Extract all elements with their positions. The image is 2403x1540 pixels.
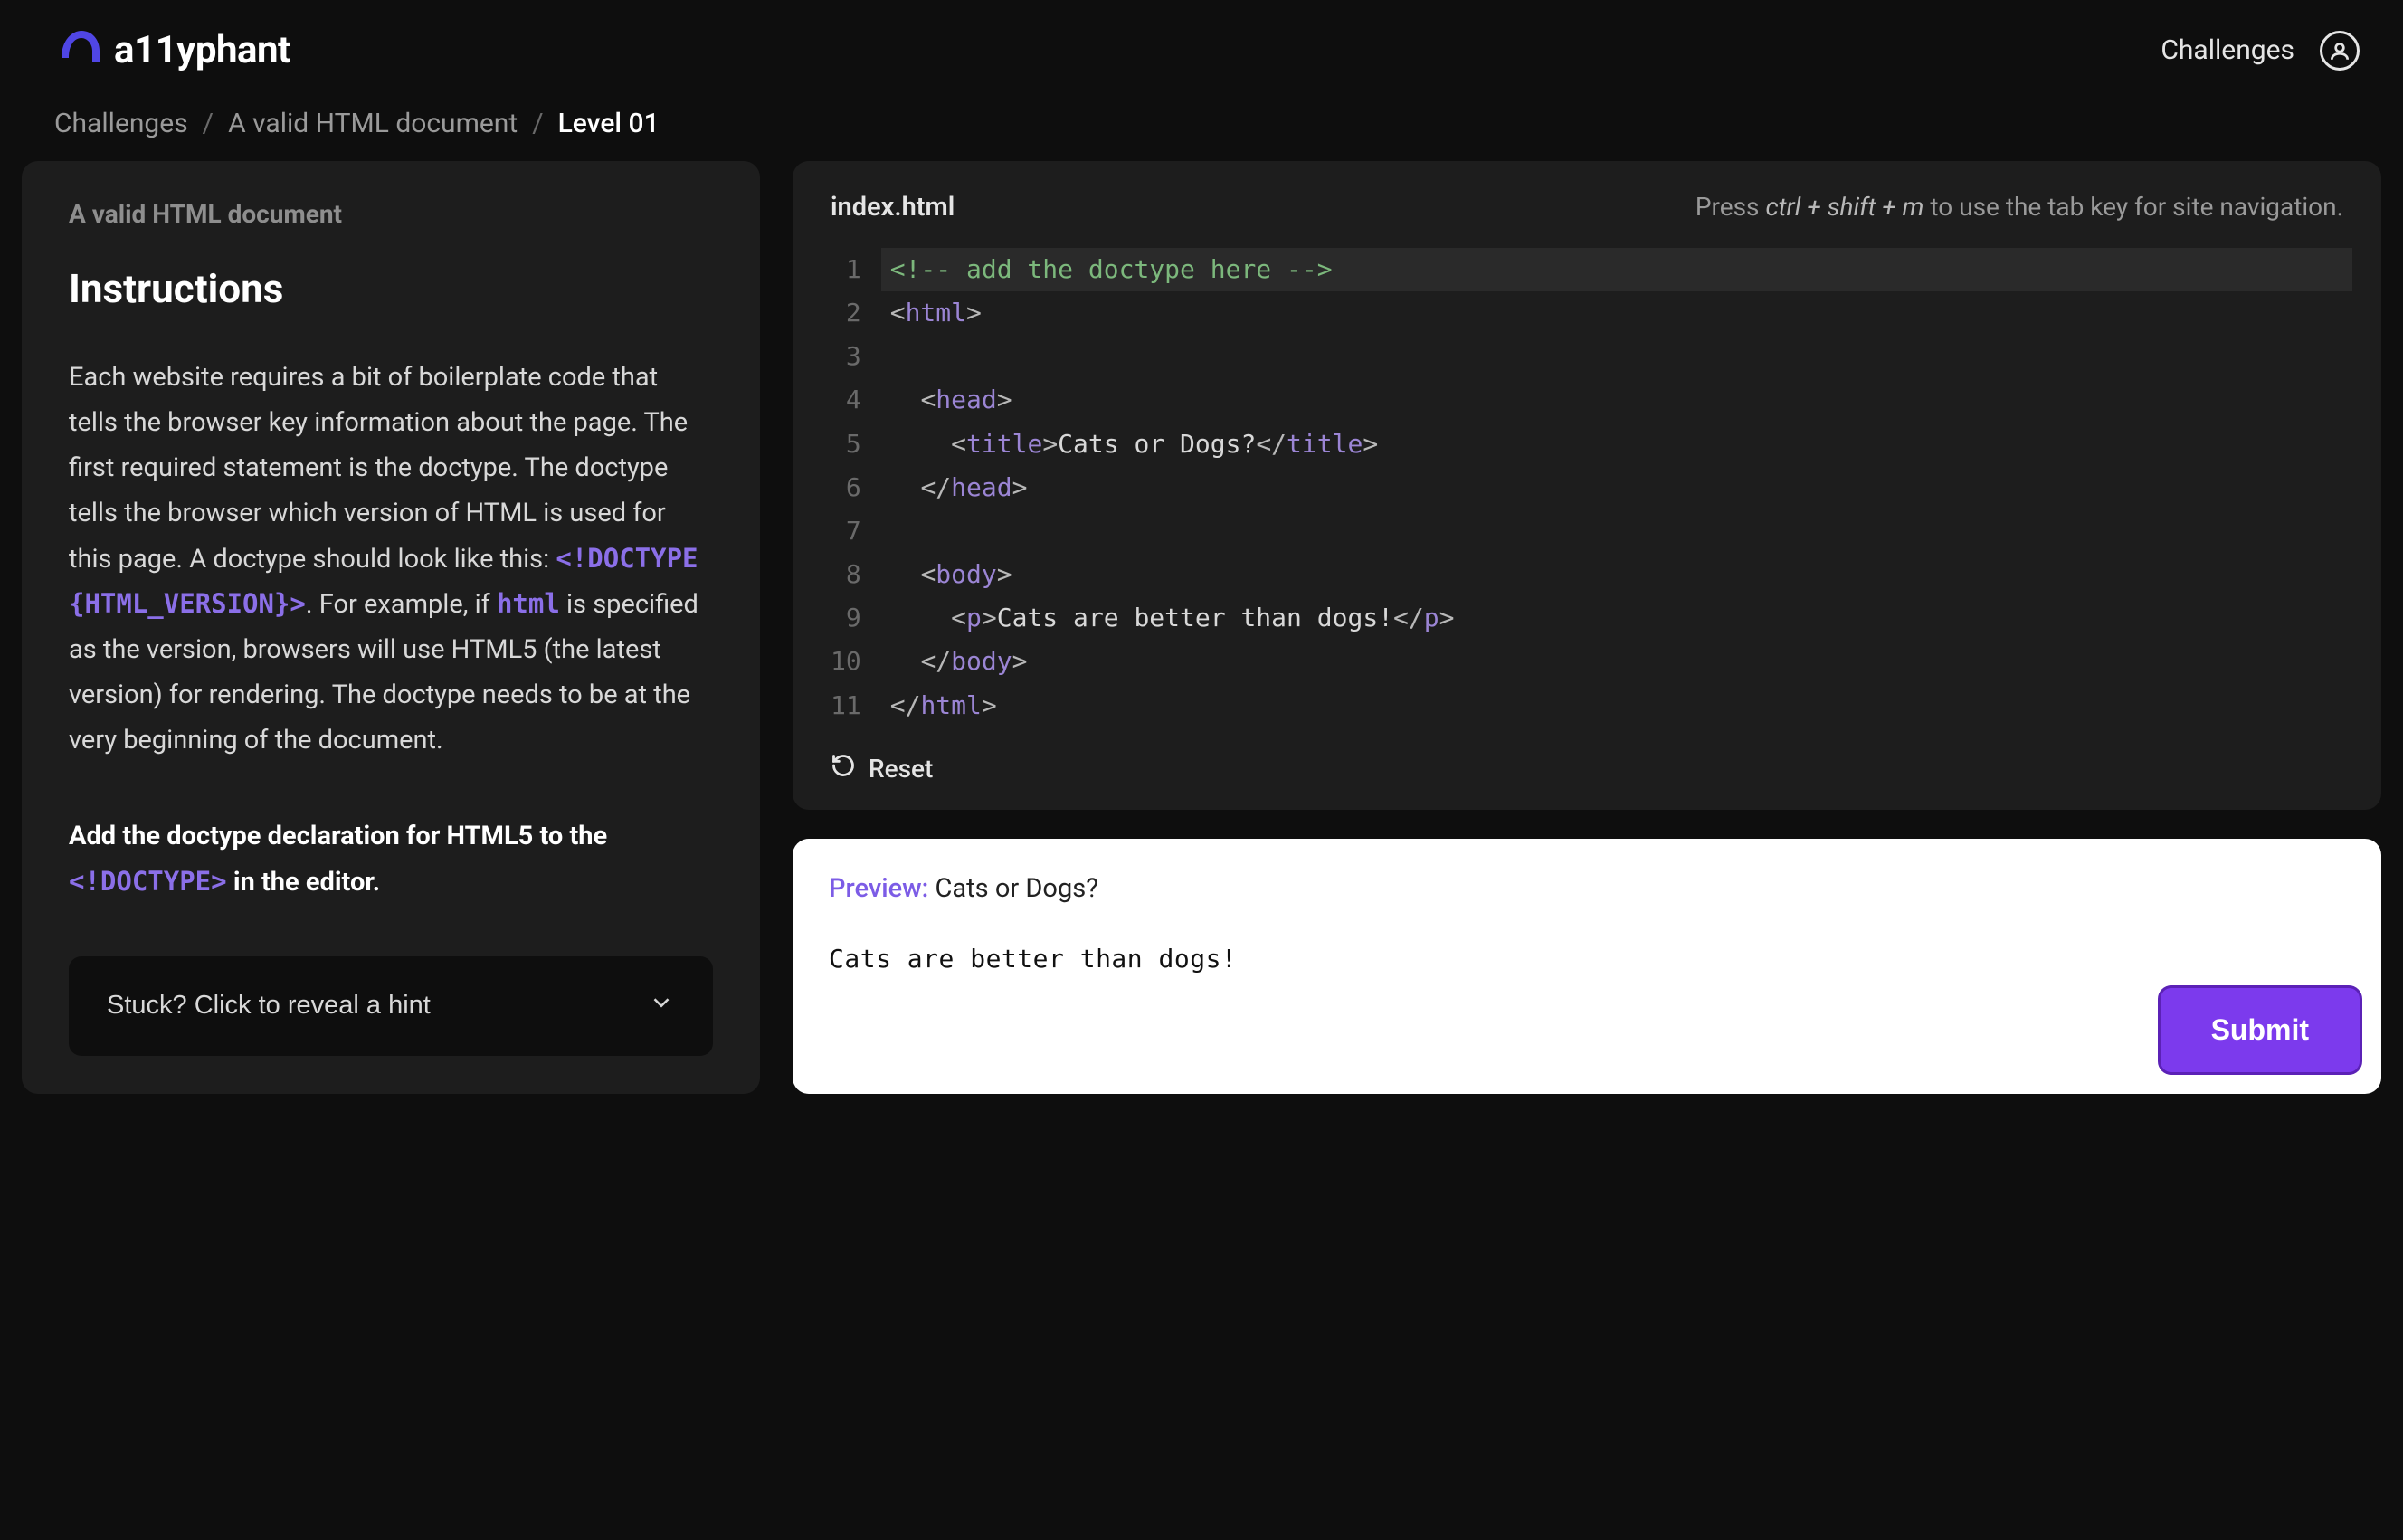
code-line[interactable]: <body> <box>890 553 2343 596</box>
breadcrumb-item-challenges[interactable]: Challenges <box>54 108 188 139</box>
line-number: 5 <box>831 423 861 466</box>
nav-challenges-link[interactable]: Challenges <box>2161 34 2294 66</box>
editor-header: index.html Press ctrl + shift + m to use… <box>831 192 2343 223</box>
line-number: 11 <box>831 684 861 727</box>
line-number: 2 <box>831 291 861 335</box>
preview-page-title: Cats or Dogs? <box>936 873 1098 904</box>
code-editor-panel: index.html Press ctrl + shift + m to use… <box>793 161 2381 810</box>
code-line[interactable] <box>890 335 2343 378</box>
work-area: index.html Press ctrl + shift + m to use… <box>793 161 2381 1094</box>
main-layout: A valid HTML document Instructions Each … <box>0 161 2403 1094</box>
elephant-icon <box>54 22 105 79</box>
line-number: 1 <box>831 248 861 291</box>
breadcrumb-separator: / <box>532 108 543 139</box>
preview-label: Preview: <box>829 873 936 904</box>
breadcrumb: Challenges / A valid HTML document / Lev… <box>0 97 2403 161</box>
instructions-text: . For example, if <box>306 589 497 620</box>
reset-button[interactable]: Reset <box>831 727 2343 784</box>
instructions-body: Each website requires a bit of boilerpla… <box>69 356 713 764</box>
line-number: 3 <box>831 335 861 378</box>
instructions-heading: Instructions <box>69 265 713 312</box>
code-line[interactable]: <title>Cats or Dogs?</title> <box>890 423 2343 466</box>
submit-button[interactable]: Submit <box>2161 988 2360 1072</box>
code-line[interactable]: </body> <box>890 640 2343 683</box>
line-number: 4 <box>831 378 861 422</box>
breadcrumb-separator: / <box>203 108 214 139</box>
preview-panel: Preview: Cats or Dogs? Cats are better t… <box>793 839 2381 1094</box>
brand-logo[interactable]: a11yphant <box>54 22 290 79</box>
brand-name: a11yphant <box>114 28 290 72</box>
breadcrumb-item-challenge[interactable]: A valid HTML document <box>228 108 518 139</box>
line-number: 8 <box>831 553 861 596</box>
reset-icon <box>831 753 856 784</box>
code-html-keyword: html <box>497 588 560 619</box>
code-editor[interactable]: 1 2 3 4 5 6 7 8 9 10 11 <!-- add the doc… <box>831 248 2343 727</box>
preview-header: Preview: Cats or Dogs? <box>829 873 2345 904</box>
hint-toggle-button[interactable]: Stuck? Click to reveal a hint <box>69 956 713 1056</box>
instructions-panel: A valid HTML document Instructions Each … <box>22 161 760 1094</box>
task-text-part: Add the doctype declaration for HTML5 to… <box>69 821 607 851</box>
line-number: 7 <box>831 509 861 553</box>
code-doctype: <!DOCTYPE> <box>69 866 227 897</box>
code-line[interactable]: <head> <box>890 378 2343 422</box>
preview-body-text: Cats are better than dogs! <box>829 944 2345 974</box>
code-line[interactable]: </head> <box>890 466 2343 509</box>
code-line[interactable]: <p>Cats are better than dogs!</p> <box>890 596 2343 640</box>
shortcut-pre: Press <box>1695 192 1766 222</box>
editor-filename: index.html <box>831 192 955 223</box>
user-avatar-icon[interactable] <box>2320 31 2360 71</box>
line-number-gutter: 1 2 3 4 5 6 7 8 9 10 11 <box>831 248 890 727</box>
code-line[interactable]: </html> <box>890 684 2343 727</box>
task-text: Add the doctype declaration for HTML5 to… <box>69 814 713 906</box>
shortcut-keys: ctrl + shift + m <box>1765 192 1923 222</box>
code-line[interactable]: <!-- add the doctype here --> <box>881 248 2352 291</box>
task-text-part: in the editor. <box>227 867 381 898</box>
site-header: a11yphant Challenges <box>0 0 2403 97</box>
line-number: 9 <box>831 596 861 640</box>
shortcut-post: to use the tab key for site navigation. <box>1923 192 2343 222</box>
chevron-down-icon <box>648 989 675 1023</box>
hint-button-label: Stuck? Click to reveal a hint <box>107 991 431 1021</box>
line-number: 6 <box>831 466 861 509</box>
challenge-title: A valid HTML document <box>69 199 713 229</box>
reset-label: Reset <box>869 754 933 784</box>
code-line[interactable]: <html> <box>890 291 2343 335</box>
keyboard-shortcut-hint: Press ctrl + shift + m to use the tab ke… <box>1695 192 2343 222</box>
header-actions: Challenges <box>2161 31 2360 71</box>
line-number: 10 <box>831 640 861 683</box>
code-content[interactable]: <!-- add the doctype here --> <html> <he… <box>890 248 2343 727</box>
code-line[interactable] <box>890 509 2343 553</box>
code-comment: <!-- add the doctype here --> <box>890 254 1333 284</box>
breadcrumb-current: Level 01 <box>558 108 660 139</box>
